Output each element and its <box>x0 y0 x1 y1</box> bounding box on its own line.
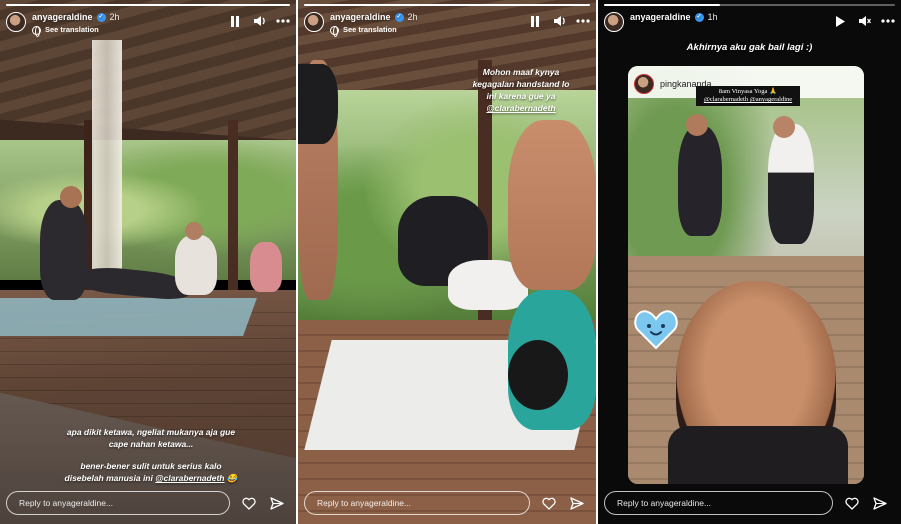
shared-post-card[interactable]: pingkananda 8am Vinyasa Yoga 🙏 @claraber… <box>628 66 864 484</box>
verified-badge-icon: ✓ <box>694 12 704 22</box>
story-progress-bar <box>6 4 290 6</box>
heart-icon[interactable] <box>542 496 556 510</box>
reply-bar <box>604 490 887 516</box>
caption-line: bener-bener sulit untuk serius kalo <box>80 461 222 471</box>
username[interactable]: anyageraldine <box>330 10 391 24</box>
mention-link[interactable]: @clarabernadeth <box>448 102 594 114</box>
story-header: anyageraldine ✓ 1h <box>604 10 895 40</box>
username[interactable]: anyageraldine <box>32 10 93 24</box>
username[interactable]: anyageraldine <box>630 10 691 24</box>
mention-link[interactable]: @clarabernadeth <box>155 473 224 483</box>
send-icon[interactable] <box>270 496 284 510</box>
story-progress-bar <box>304 4 590 6</box>
see-translation-link[interactable]: See translation <box>32 24 120 37</box>
reply-bar <box>304 490 584 516</box>
send-icon[interactable] <box>570 496 584 510</box>
story-progress-bar <box>604 4 895 6</box>
story-panel-3[interactable]: anyageraldine ✓ 1h Akhirnya aku gak bail… <box>598 0 901 524</box>
story-header: anyageraldine ✓ 2h See translation <box>304 10 590 40</box>
post-time: 2h <box>407 12 418 22</box>
tag-line: @clarabernadeth @anyageraldine <box>703 96 793 103</box>
send-icon[interactable] <box>873 496 887 510</box>
avatar[interactable] <box>304 12 324 32</box>
caption-line: cape nahan ketawa... <box>108 439 194 449</box>
heart-sticker-icon <box>634 310 678 350</box>
caption-line: kegagalan handstand lo <box>472 79 570 89</box>
story-caption: apa dikit ketawa, ngeliat mukanya aja gu… <box>20 426 282 484</box>
avatar <box>634 74 654 94</box>
caption-line: apa dikit ketawa, ngeliat mukanya aja gu… <box>66 427 236 437</box>
pause-icon[interactable] <box>528 14 542 28</box>
heart-icon[interactable] <box>242 496 256 510</box>
shared-post-tag: 8am Vinyasa Yoga 🙏 @clarabernadeth @anya… <box>696 86 800 106</box>
reply-input[interactable] <box>6 491 230 515</box>
tag-line: 8am Vinyasa Yoga 🙏 <box>718 88 778 95</box>
caption-line: disebelah manusia ini <box>64 473 153 483</box>
story-title: Akhirnya aku gak bail lagi :) <box>686 42 813 53</box>
more-icon[interactable] <box>576 14 590 28</box>
verified-badge-icon: ✓ <box>96 12 106 22</box>
emoji: 😂 <box>226 473 238 483</box>
heart-icon[interactable] <box>845 496 859 510</box>
post-time: 2h <box>109 12 120 22</box>
avatar[interactable] <box>6 12 26 32</box>
more-icon[interactable] <box>276 14 290 28</box>
play-icon[interactable] <box>833 14 847 28</box>
more-icon[interactable] <box>881 14 895 28</box>
caption-line: ini karena gue ya <box>486 91 556 101</box>
caption-line: Mohon maaf kynya <box>482 67 560 77</box>
reply-bar <box>6 490 290 516</box>
see-translation-link[interactable]: See translation <box>330 24 418 37</box>
globe-icon <box>32 25 41 37</box>
story-panel-2[interactable]: anyageraldine ✓ 2h See translation Mohon… <box>298 0 596 524</box>
story-panel-1[interactable]: anyageraldine ✓ 2h See translation apa d… <box>0 0 296 524</box>
avatar[interactable] <box>604 12 624 32</box>
see-translation-label: See translation <box>45 25 99 34</box>
story-header: anyageraldine ✓ 2h See translation <box>6 10 290 40</box>
story-caption: Mohon maaf kynya kegagalan handstand lo … <box>448 66 594 114</box>
see-translation-label: See translation <box>343 25 397 34</box>
verified-badge-icon: ✓ <box>394 12 404 22</box>
reply-input[interactable] <box>604 491 833 515</box>
speaker-icon[interactable] <box>252 14 266 28</box>
speaker-icon[interactable] <box>552 14 566 28</box>
pause-icon[interactable] <box>228 14 242 28</box>
reply-input[interactable] <box>304 491 530 515</box>
globe-icon <box>330 25 339 37</box>
speaker-muted-icon[interactable] <box>857 14 871 28</box>
post-time: 1h <box>707 12 718 22</box>
